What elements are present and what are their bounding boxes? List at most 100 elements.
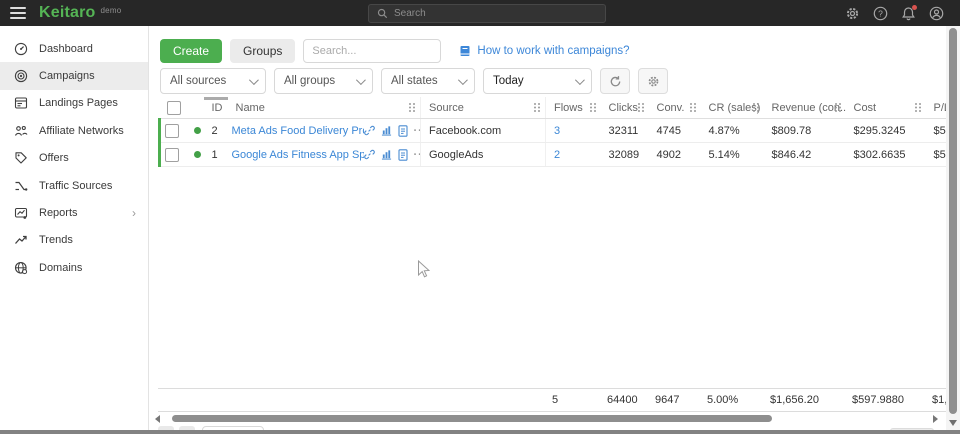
sort-indicator (204, 97, 228, 100)
revenue-cell: $846.42 (764, 143, 846, 167)
row-checkbox[interactable] (165, 124, 179, 138)
bottom-edge-bar (0, 430, 960, 434)
total-pl: $1,05 (924, 389, 946, 412)
vertical-scrollbar-thumb[interactable] (949, 28, 957, 414)
column-drag-handle-icon[interactable] (533, 102, 541, 116)
total-conversions: 9647 (647, 389, 699, 412)
table-settings-button[interactable] (638, 68, 668, 94)
trends-icon (14, 233, 28, 247)
sidebar-item-campaigns[interactable]: Campaigns (0, 62, 148, 89)
column-header-source[interactable]: Source (421, 97, 546, 119)
scroll-right-arrow-icon[interactable] (933, 415, 938, 423)
column-header-pl[interactable]: P/L ( (926, 97, 947, 119)
link-icon[interactable] (364, 149, 375, 160)
column-header-conversions[interactable]: Conv. (649, 97, 701, 119)
sidebar-item-affiliate-networks[interactable]: Affiliate Networks (0, 117, 148, 144)
sidebar: Dashboard Campaigns Landings Pages Affil… (0, 26, 149, 434)
date-range-select[interactable]: Today (483, 68, 592, 94)
topbar-actions: ? (845, 0, 944, 26)
cr-cell: 4.87% (701, 119, 764, 143)
more-actions-icon[interactable]: ··· (414, 125, 421, 137)
column-header-flows[interactable]: Flows (546, 97, 601, 119)
flows-link[interactable]: 2 (554, 149, 560, 161)
gear-icon (647, 75, 660, 88)
column-drag-handle-icon[interactable] (637, 102, 645, 116)
hamburger-menu-icon[interactable] (10, 7, 26, 19)
refresh-button[interactable] (600, 68, 630, 94)
column-header-clicks[interactable]: Clicks (601, 97, 649, 119)
offers-tag-icon (14, 151, 28, 165)
horizontal-scrollbar[interactable] (150, 412, 946, 426)
campaigns-table: ID Name Source Flows Clicks Conv. CR (sa… (158, 97, 946, 167)
cost-cell: $302.6635 (846, 143, 926, 167)
create-button[interactable]: Create (160, 39, 222, 63)
settings-gear-icon[interactable] (845, 6, 860, 21)
user-account-icon[interactable] (929, 6, 944, 21)
column-drag-handle-icon[interactable] (689, 102, 697, 116)
row-checkbox[interactable] (165, 148, 179, 162)
clicks-cell: 32089 (601, 143, 649, 167)
campaigns-target-icon (14, 69, 28, 83)
column-drag-handle-icon[interactable] (752, 102, 760, 116)
notifications-bell-icon[interactable] (901, 6, 916, 21)
more-actions-icon[interactable]: ··· (414, 149, 421, 161)
logo-badge: demo (101, 6, 122, 15)
sidebar-item-label: Reports (39, 207, 78, 219)
sidebar-item-label: Offers (39, 152, 69, 164)
total-flows: 5 (544, 389, 599, 412)
column-header-cost[interactable]: Cost (846, 97, 926, 119)
sidebar-item-trends[interactable]: Trends (0, 227, 148, 254)
column-drag-handle-icon[interactable] (834, 102, 842, 116)
vertical-scrollbar[interactable] (946, 26, 960, 434)
logo-text: Keitaro (39, 4, 96, 21)
sidebar-item-domains[interactable]: Domains (0, 254, 148, 281)
sidebar-item-offers[interactable]: Offers (0, 145, 148, 172)
sources-filter-select[interactable]: All sources (160, 68, 266, 94)
flows-link[interactable]: 3 (554, 125, 560, 137)
chart-icon[interactable] (381, 149, 392, 160)
app-logo[interactable]: Keitaro demo (39, 4, 121, 22)
row-select-cell (160, 119, 186, 143)
help-how-to-link[interactable]: How to work with campaigns? (459, 45, 629, 57)
help-icon[interactable]: ? (873, 6, 888, 21)
states-filter-select[interactable]: All states (381, 68, 475, 94)
link-icon[interactable] (364, 125, 375, 136)
status-cell (186, 119, 204, 143)
report-page-icon[interactable] (398, 149, 408, 161)
column-header-revenue[interactable]: Revenue (con... (764, 97, 846, 119)
column-drag-handle-icon[interactable] (589, 102, 597, 116)
groups-filter-select[interactable]: All groups (274, 68, 373, 94)
campaign-search-input[interactable] (303, 39, 441, 63)
id-cell: 2 (204, 119, 228, 143)
scroll-down-arrow-icon[interactable] (949, 420, 957, 426)
chevron-down-icon (575, 75, 585, 85)
report-page-icon[interactable] (398, 125, 408, 137)
keitaro-app: Keitaro demo Search ? Dashboard (0, 0, 960, 434)
global-search-input[interactable]: Search (368, 4, 606, 23)
groups-button[interactable]: Groups (230, 39, 295, 63)
reports-icon (14, 206, 28, 220)
topbar: Keitaro demo Search ? (0, 0, 960, 26)
column-header-name[interactable]: Name (228, 97, 421, 119)
horizontal-scrollbar-thumb[interactable] (172, 415, 772, 422)
scroll-left-arrow-icon[interactable] (155, 415, 160, 423)
column-drag-handle-icon[interactable] (408, 102, 416, 116)
sidebar-item-traffic-sources[interactable]: Traffic Sources (0, 172, 148, 199)
sidebar-item-label: Domains (39, 262, 82, 274)
column-header-cr-sales[interactable]: CR (sales) (701, 97, 764, 119)
column-drag-handle-icon[interactable] (914, 102, 922, 116)
campaign-name-link[interactable]: Google Ads Fitness App Split (232, 149, 364, 161)
notification-badge (912, 5, 917, 10)
conversions-cell: 4745 (649, 119, 701, 143)
sidebar-item-reports[interactable]: Reports › (0, 199, 148, 226)
sidebar-item-label: Traffic Sources (39, 180, 112, 192)
chart-icon[interactable] (381, 125, 392, 136)
column-header-id[interactable]: ID (204, 97, 228, 119)
select-all-cell (160, 97, 186, 119)
select-all-checkbox[interactable] (167, 101, 181, 115)
sidebar-item-landings-pages[interactable]: Landings Pages (0, 90, 148, 117)
campaign-name-link[interactable]: Meta Ads Food Delivery Promo (232, 125, 364, 137)
sidebar-item-dashboard[interactable]: Dashboard (0, 35, 148, 62)
conversions-cell: 4902 (649, 143, 701, 167)
groups-filter-value: All groups (284, 75, 335, 87)
